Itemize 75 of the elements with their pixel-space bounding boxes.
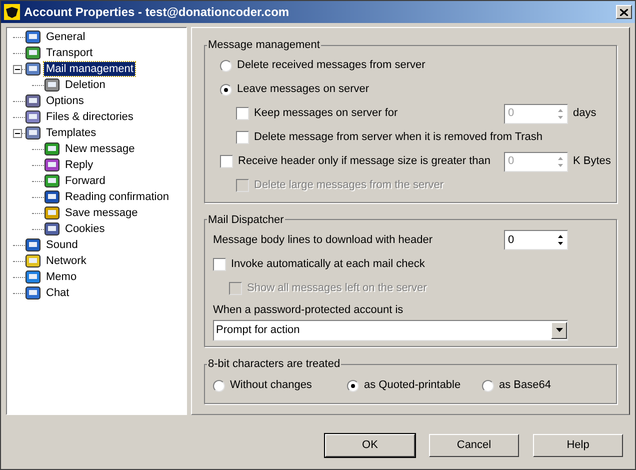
collapse-icon[interactable] xyxy=(13,64,22,74)
group-title: Message management xyxy=(207,38,321,53)
tree-item[interactable]: New message xyxy=(63,142,137,156)
tree-item[interactable]: Memo xyxy=(44,270,79,284)
group-title: Mail Dispatcher xyxy=(207,212,285,228)
radio-button[interactable] xyxy=(482,380,494,392)
tree-item[interactable]: Files & directories xyxy=(44,110,136,124)
radio-button[interactable] xyxy=(213,380,225,392)
item-icon xyxy=(25,29,41,45)
close-button[interactable] xyxy=(616,5,632,19)
tree-item[interactable]: Transport xyxy=(44,46,95,60)
tree-item[interactable]: Deletion xyxy=(63,78,108,92)
tree-item[interactable]: Forward xyxy=(63,174,108,188)
dialog-button[interactable]: Cancel xyxy=(429,434,519,457)
tree-item[interactable]: Chat xyxy=(44,286,72,300)
option-label: Leave messages on server xyxy=(237,82,370,98)
collapse-icon[interactable] xyxy=(13,128,22,138)
item-icon xyxy=(25,125,41,141)
item-icon xyxy=(44,157,60,173)
tree-item[interactable]: General xyxy=(44,30,88,44)
item-icon xyxy=(44,221,60,237)
option-label: Delete message from server when it is removed from Trash xyxy=(254,130,543,146)
dialog-button[interactable]: OK xyxy=(325,434,415,457)
number-spinner[interactable]: 0 xyxy=(504,230,568,250)
dialog-button[interactable]: Help xyxy=(533,434,623,457)
app-icon xyxy=(4,4,20,20)
tree-item[interactable]: Mail management xyxy=(44,62,136,76)
item-icon xyxy=(25,109,41,125)
checkbox[interactable] xyxy=(213,258,226,270)
item-icon xyxy=(25,269,41,285)
spinner-value: 0 xyxy=(508,154,514,170)
tree-item[interactable]: Network xyxy=(44,254,88,268)
spin-arrows-icon[interactable] xyxy=(557,234,564,246)
unit-label: days xyxy=(573,106,596,122)
option-label: Show all messages left on the server xyxy=(247,280,427,296)
unit-label: K Bytes xyxy=(573,154,611,170)
tree-item[interactable]: Cookies xyxy=(63,222,107,236)
checkbox[interactable] xyxy=(220,155,233,168)
tree-item[interactable]: Save message xyxy=(63,206,140,220)
item-icon xyxy=(44,173,60,189)
item-icon xyxy=(44,205,60,221)
tree-item[interactable]: Sound xyxy=(44,238,80,252)
option-label: Without changes xyxy=(230,378,312,394)
item-icon xyxy=(25,45,41,61)
checkbox[interactable] xyxy=(236,131,249,144)
group-title: 8-bit characters are treated xyxy=(207,357,342,372)
tree-item[interactable]: Reading confirmation xyxy=(63,190,171,204)
checkbox[interactable] xyxy=(236,107,249,120)
item-icon xyxy=(44,189,60,205)
item-icon xyxy=(25,237,41,253)
spinner-value: 0 xyxy=(508,232,514,248)
tree-item[interactable]: Reply xyxy=(63,158,96,172)
tree-item[interactable]: Templates xyxy=(44,126,98,140)
option-label: as Base64 xyxy=(499,378,551,394)
item-icon xyxy=(25,93,41,109)
dropdown[interactable]: Prompt for action xyxy=(213,320,568,340)
item-icon xyxy=(25,285,41,301)
option-label: Delete large messages from the server xyxy=(254,178,444,194)
item-icon xyxy=(25,61,41,77)
radio-button[interactable] xyxy=(220,60,232,72)
tree-item[interactable]: Options xyxy=(44,94,86,108)
option-label: Receive header only if message size is greater than xyxy=(238,154,491,170)
option-label: as Quoted-printable xyxy=(364,378,461,394)
window-title: Account Properties - test@donationcoder.com xyxy=(24,4,290,21)
field-label: When a password-protected account is xyxy=(213,302,404,318)
item-icon xyxy=(25,253,41,269)
option-label: Keep messages on server for xyxy=(254,106,398,122)
field-label: Message body lines to download with header xyxy=(213,232,433,248)
radio-button[interactable] xyxy=(347,380,359,392)
option-label: Invoke automatically at each mail check xyxy=(231,256,425,272)
close-icon xyxy=(620,8,628,16)
option-label: Delete received messages from server xyxy=(237,58,426,74)
radio-button[interactable] xyxy=(220,84,232,96)
spinner-value: 0 xyxy=(508,106,514,122)
item-icon xyxy=(44,141,60,157)
